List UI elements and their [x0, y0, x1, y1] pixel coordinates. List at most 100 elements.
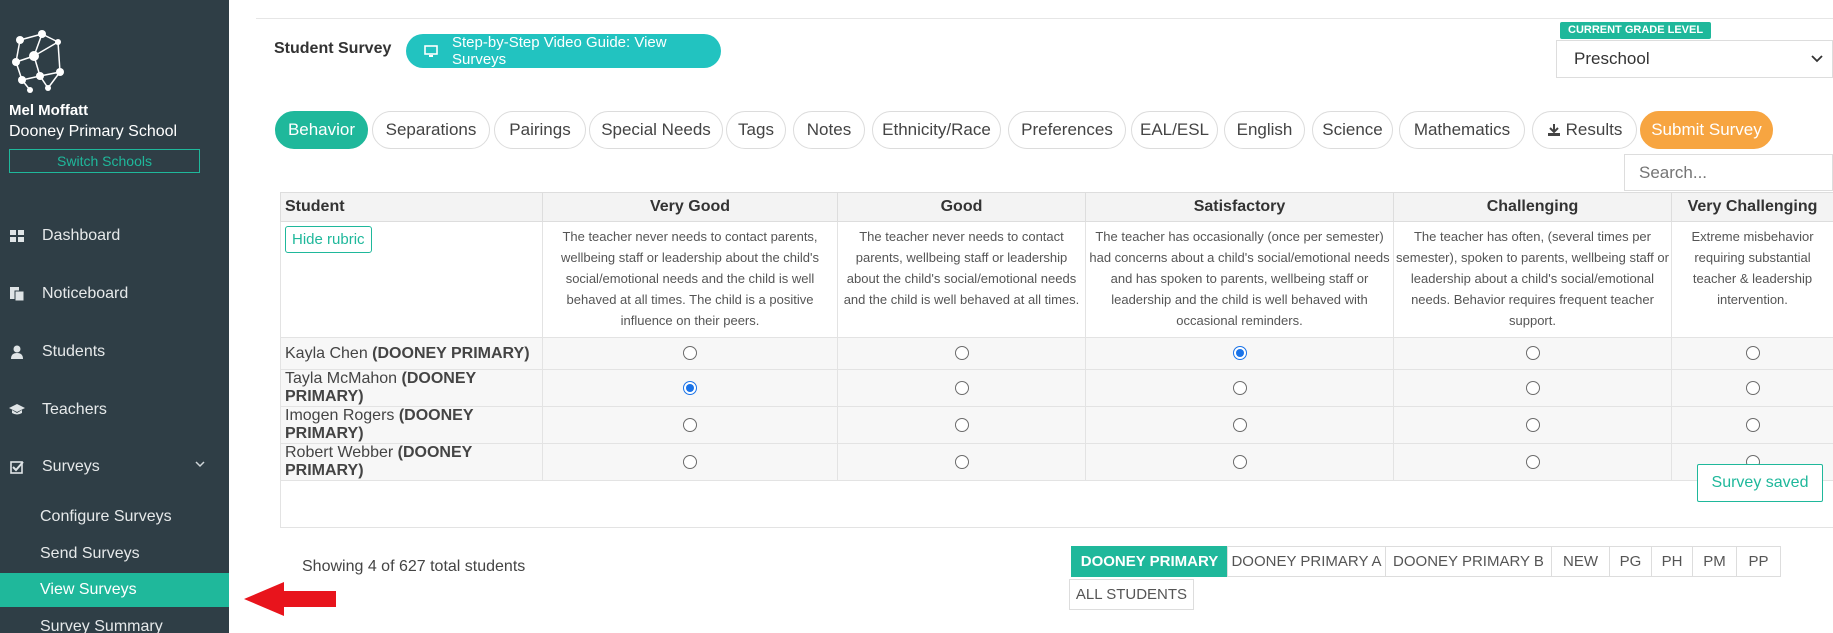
- student-name: Kayla Chen: [285, 344, 368, 362]
- rating-radio[interactable]: [683, 346, 697, 361]
- table-row: Kayla Chen (DOONEY PRIMARY): [280, 337, 1833, 370]
- tab-science[interactable]: Science: [1312, 111, 1393, 149]
- rating-radio[interactable]: [954, 417, 969, 432]
- tab-results[interactable]: Results: [1532, 111, 1637, 149]
- filter-pp[interactable]: PP: [1736, 546, 1781, 577]
- student-school: (DOONEY PRIMARY): [372, 344, 530, 362]
- submit-survey-button[interactable]: Submit Survey: [1640, 111, 1773, 149]
- grade-level-select[interactable]: Preschool: [1556, 40, 1833, 78]
- sidebar-item-teachers[interactable]: Teachers: [0, 390, 229, 430]
- noticeboard-icon: [9, 287, 25, 301]
- tab-pairings[interactable]: Pairings: [494, 111, 586, 149]
- rubric-row: Hide rubric The teacher never needs to c…: [280, 221, 1833, 338]
- rating-radio[interactable]: [1232, 346, 1247, 361]
- filter-ph[interactable]: PH: [1651, 546, 1693, 577]
- sidebar-item-surveys[interactable]: Surveys: [0, 447, 229, 487]
- switch-schools-button[interactable]: Switch Schools: [9, 149, 200, 173]
- hide-rubric-button[interactable]: Hide rubric: [285, 226, 372, 253]
- filter-pm[interactable]: PM: [1692, 546, 1737, 577]
- filter-new[interactable]: NEW: [1551, 546, 1610, 577]
- search-input[interactable]: [1624, 154, 1833, 191]
- graduation-cap-icon: [9, 404, 25, 416]
- survey-saved-button[interactable]: Survey saved: [1697, 464, 1823, 502]
- student-name: Imogen Rogers: [285, 407, 395, 424]
- rating-radio[interactable]: [683, 380, 697, 395]
- tab-notes[interactable]: Notes: [793, 111, 865, 149]
- page-title: Student Survey: [274, 40, 392, 57]
- rating-radio[interactable]: [954, 454, 969, 469]
- rating-radio[interactable]: [1745, 417, 1760, 432]
- rating-radio[interactable]: [683, 417, 697, 432]
- rating-radio[interactable]: [1525, 346, 1540, 361]
- showing-count-text: Showing 4 of 627 total students: [302, 558, 526, 575]
- download-icon: [1547, 123, 1561, 137]
- sidebar-item-dashboard[interactable]: Dashboard: [0, 216, 229, 256]
- sidebar-subitem-view-surveys[interactable]: View Surveys: [0, 573, 229, 607]
- dashboard-icon: [9, 230, 25, 242]
- rating-radio[interactable]: [954, 380, 969, 395]
- sidebar-item-label: Noticeboard: [42, 285, 129, 302]
- sidebar-item-label: Dashboard: [42, 227, 121, 244]
- sidebar-subitem-configure-surveys[interactable]: Configure Surveys: [0, 500, 229, 534]
- student-name-cell: Kayla Chen (DOONEY PRIMARY): [280, 337, 543, 370]
- filter-pg[interactable]: PG: [1609, 546, 1652, 577]
- chevron-down-icon: [1810, 50, 1824, 73]
- column-header-very-good: Very Good: [542, 192, 838, 222]
- tab-behavior[interactable]: Behavior: [275, 111, 368, 149]
- network-logo-icon: [12, 30, 64, 93]
- tab-preferences[interactable]: Preferences: [1008, 111, 1126, 149]
- sidebar-item-noticeboard[interactable]: Noticeboard: [0, 274, 229, 314]
- sidebar-item-students[interactable]: Students: [0, 332, 229, 372]
- rubric-very-good: The teacher never needs to contact paren…: [542, 221, 838, 338]
- filter-dooney-primary-a[interactable]: DOONEY PRIMARY A: [1227, 546, 1386, 577]
- rating-radio[interactable]: [1525, 380, 1540, 395]
- grade-level-value: Preschool: [1574, 49, 1650, 68]
- monitor-icon: [424, 44, 438, 58]
- column-header-satisfactory: Satisfactory: [1085, 192, 1394, 222]
- school-name: Dooney Primary School: [9, 123, 178, 140]
- student-name: Robert Webber: [285, 444, 394, 461]
- rating-radio[interactable]: [1525, 454, 1540, 469]
- sidebar-subitem-send-surveys[interactable]: Send Surveys: [0, 537, 229, 571]
- column-header-very-challenging: Very Challenging: [1671, 192, 1833, 222]
- filter-all-students[interactable]: ALL STUDENTS: [1069, 579, 1194, 610]
- rating-radio[interactable]: [1745, 380, 1760, 395]
- user-icon: [9, 345, 25, 359]
- student-name-cell: Robert Webber (DOONEY PRIMARY): [280, 443, 543, 481]
- rating-radio[interactable]: [954, 346, 969, 361]
- tab-mathematics[interactable]: Mathematics: [1399, 111, 1525, 149]
- table-row: Robert Webber (DOONEY PRIMARY): [280, 443, 1833, 481]
- rubric-satisfactory: The teacher has occasionally (once per s…: [1085, 221, 1394, 338]
- survey-table: Student Very Good Good Satisfactory Chal…: [280, 192, 1833, 528]
- filter-dooney-primary-b[interactable]: DOONEY PRIMARY B: [1385, 546, 1552, 577]
- tab-eal-esl[interactable]: EAL/ESL: [1131, 111, 1218, 149]
- video-guide-button[interactable]: Step-by-Step Video Guide: View Surveys: [406, 34, 721, 68]
- student-name-cell: Imogen Rogers (DOONEY PRIMARY): [280, 406, 543, 444]
- table-footer-row: [280, 480, 1833, 528]
- rating-radio[interactable]: [1745, 346, 1760, 361]
- tab-separations[interactable]: Separations: [372, 111, 490, 149]
- sidebar-subitem-survey-summary[interactable]: Survey Summary: [0, 610, 229, 633]
- rating-radio[interactable]: [1525, 417, 1540, 432]
- table-row: Tayla McMahon (DOONEY PRIMARY): [280, 369, 1833, 407]
- tab-english[interactable]: English: [1224, 111, 1305, 149]
- rubric-good: The teacher never needs to contact paren…: [837, 221, 1086, 338]
- tab-tags[interactable]: Tags: [726, 111, 786, 149]
- rating-radio[interactable]: [1232, 380, 1247, 395]
- user-name: Mel Moffatt: [9, 102, 89, 119]
- checkbox-icon: [9, 460, 25, 474]
- student-name-cell: Tayla McMahon (DOONEY PRIMARY): [280, 369, 543, 407]
- tab-ethnicity-race[interactable]: Ethnicity/Race: [872, 111, 1001, 149]
- tab-special-needs[interactable]: Special Needs: [589, 111, 723, 149]
- filter-dooney-primary[interactable]: DOONEY PRIMARY: [1071, 546, 1228, 577]
- rating-radio[interactable]: [1232, 417, 1247, 432]
- column-header-challenging: Challenging: [1393, 192, 1672, 222]
- column-header-good: Good: [837, 192, 1086, 222]
- tab-results-label: Results: [1565, 120, 1623, 139]
- student-name: Tayla McMahon: [285, 370, 398, 387]
- sidebar: Mel Moffatt Dooney Primary School Switch…: [0, 0, 229, 633]
- rubric-challenging: The teacher has often, (several times pe…: [1393, 221, 1672, 338]
- rating-radio[interactable]: [1232, 454, 1247, 469]
- video-guide-label: Step-by-Step Video Guide: View Surveys: [452, 34, 667, 68]
- rating-radio[interactable]: [683, 454, 697, 469]
